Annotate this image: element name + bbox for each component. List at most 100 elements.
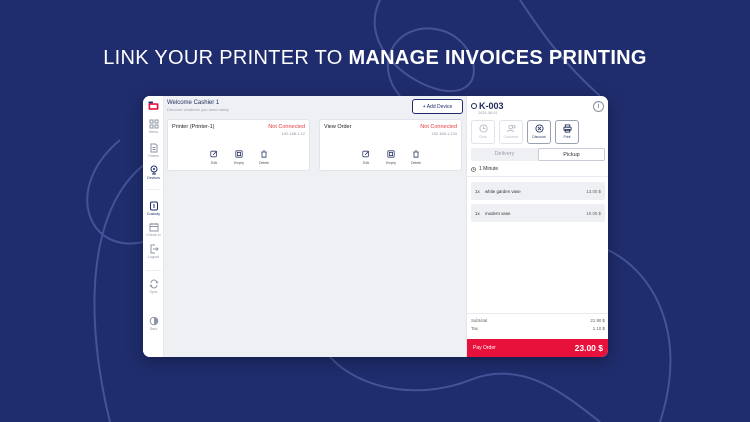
printer-icon [562,124,572,133]
sidebar-item-label: Sync [149,290,158,294]
sidebar-item-label: Devices [147,176,160,180]
clock-icon [471,166,476,172]
calendar-icon [149,223,158,232]
edit-label: Edit [210,161,218,165]
sidebar-item-logout[interactable]: Logout [143,244,164,259]
subtotal-label: Subtotal [471,318,488,323]
sidebar-item-label: Dark [149,327,158,331]
contrast-icon [149,316,158,326]
printer-device-icon [150,165,157,175]
device-name: View Order [324,124,352,130]
sidebar-divider [146,270,161,271]
sync-icon [149,279,158,289]
app-window: Menu Orders Devices Custody Check-In Log… [143,96,608,357]
empty-button[interactable]: Empty [381,150,401,165]
edit-label: Edit [362,161,370,165]
sidebar-item-label: Check-In [146,233,161,237]
users-icon [506,124,516,133]
edit-icon [210,150,218,158]
customer-label: Customer [503,135,519,139]
sidebar-item-devices[interactable]: Devices [143,165,164,180]
item-qty: 1x [475,211,480,216]
device-ip: 192.168.1.12 [281,131,305,136]
pay-order-total: 23.00 $ [574,343,603,353]
tab-pickup[interactable]: Pickup [538,148,605,161]
tab-delivery[interactable]: Delivery [471,148,538,161]
device-card[interactable]: Printer (Printer-1) Not Connected 192.16… [167,119,310,171]
document-icon [150,143,157,153]
device-name: Printer (Printer-1) [172,124,215,130]
headline-bold: MANAGE INVOICES PRINTING [348,47,647,69]
sidebar-item-checkin[interactable]: Check-In [143,222,164,237]
print-button[interactable]: Print [555,120,579,144]
sidebar-item-custody[interactable]: Custody [143,201,164,216]
sidebar-item-label: Menu [149,130,158,134]
tax-label: Tax [471,326,478,331]
order-panel: K-003 2024-08-01 i Chair Customer Discou… [466,96,608,357]
edit-button[interactable]: Edit [356,150,376,165]
empty-label: Empty [386,161,396,165]
sidebar-item-label: Orders [148,154,159,158]
devices-main: Welcome Cashier 1 Discover whatever you … [164,96,466,357]
panel-divider [467,313,608,314]
sidebar-item-label: Logout [148,255,159,259]
discount-icon [534,124,544,133]
order-date: 2024-08-01 [478,111,498,115]
subtotal-value: 21.90 $ [590,318,605,323]
delete-button[interactable]: Delete [254,150,274,165]
tax-value: 1.10 $ [592,326,605,331]
empty-icon [387,150,395,158]
trash-icon [413,150,419,158]
welcome-text: Welcome Cashier 1 [167,100,220,106]
sidebar-item-label: Custody [146,212,161,216]
empty-button[interactable]: Empty [229,150,249,165]
order-id: K-003 [471,101,504,111]
discount-button[interactable]: Discount [527,120,551,144]
chair-button[interactable]: Chair [471,120,495,144]
order-mode-toggle: Delivery Pickup [471,148,605,161]
clock-icon [478,124,488,133]
list-item[interactable]: 1x white garden vase 13.00 $ [471,182,605,200]
chair-label: Chair [478,135,488,139]
delete-label: Delete [410,161,422,165]
item-name: white garden vase [485,189,521,194]
tax-row: Tax 1.10 $ [471,326,605,331]
customer-button[interactable]: Customer [499,120,523,144]
order-timer: 1 Minute [471,166,498,172]
edit-icon [362,150,370,158]
welcome-subtitle: Discover whatever you need easily [167,107,229,112]
trash-icon [261,150,267,158]
sidebar-item-sync[interactable]: Sync [143,279,164,294]
sidebar: Menu Orders Devices Custody Check-In Log… [143,96,164,357]
device-status: Not Connected [268,124,305,130]
timer-text: 1 Minute [479,166,499,172]
device-card[interactable]: View Order Not Connected 192.168.1.134 E… [319,119,462,171]
panel-divider [467,176,608,177]
logo [143,101,164,112]
pay-order-button[interactable]: Pay Order 23.00 $ [467,339,608,357]
device-ip: 192.168.1.134 [431,131,457,136]
info-icon[interactable]: i [593,101,604,112]
print-label: Print [563,135,571,139]
logout-icon [150,244,159,254]
grid-icon [149,119,158,129]
sidebar-divider [146,189,161,190]
empty-label: Empty [234,161,244,165]
add-device-button[interactable]: + Add Device [412,99,463,114]
empty-icon [235,150,243,158]
item-price: 10.00 $ [586,211,601,216]
device-status: Not Connected [420,124,457,130]
discount-label: Discount [532,135,546,139]
pay-order-label: Pay Order [473,345,496,351]
list-item[interactable]: 1x modern vase 10.00 $ [471,204,605,222]
item-price: 13.00 $ [586,189,601,194]
edit-button[interactable]: Edit [204,150,224,165]
sidebar-item-menu[interactable]: Menu [143,119,164,134]
delete-label: Delete [258,161,270,165]
headline-normal: LINK YOUR PRINTER TO [103,47,349,69]
item-qty: 1x [475,189,480,194]
delete-button[interactable]: Delete [406,150,426,165]
sidebar-item-orders[interactable]: Orders [143,143,164,158]
sidebar-item-dark[interactable]: Dark [143,316,164,331]
subtotal-row: Subtotal 21.90 $ [471,318,605,323]
